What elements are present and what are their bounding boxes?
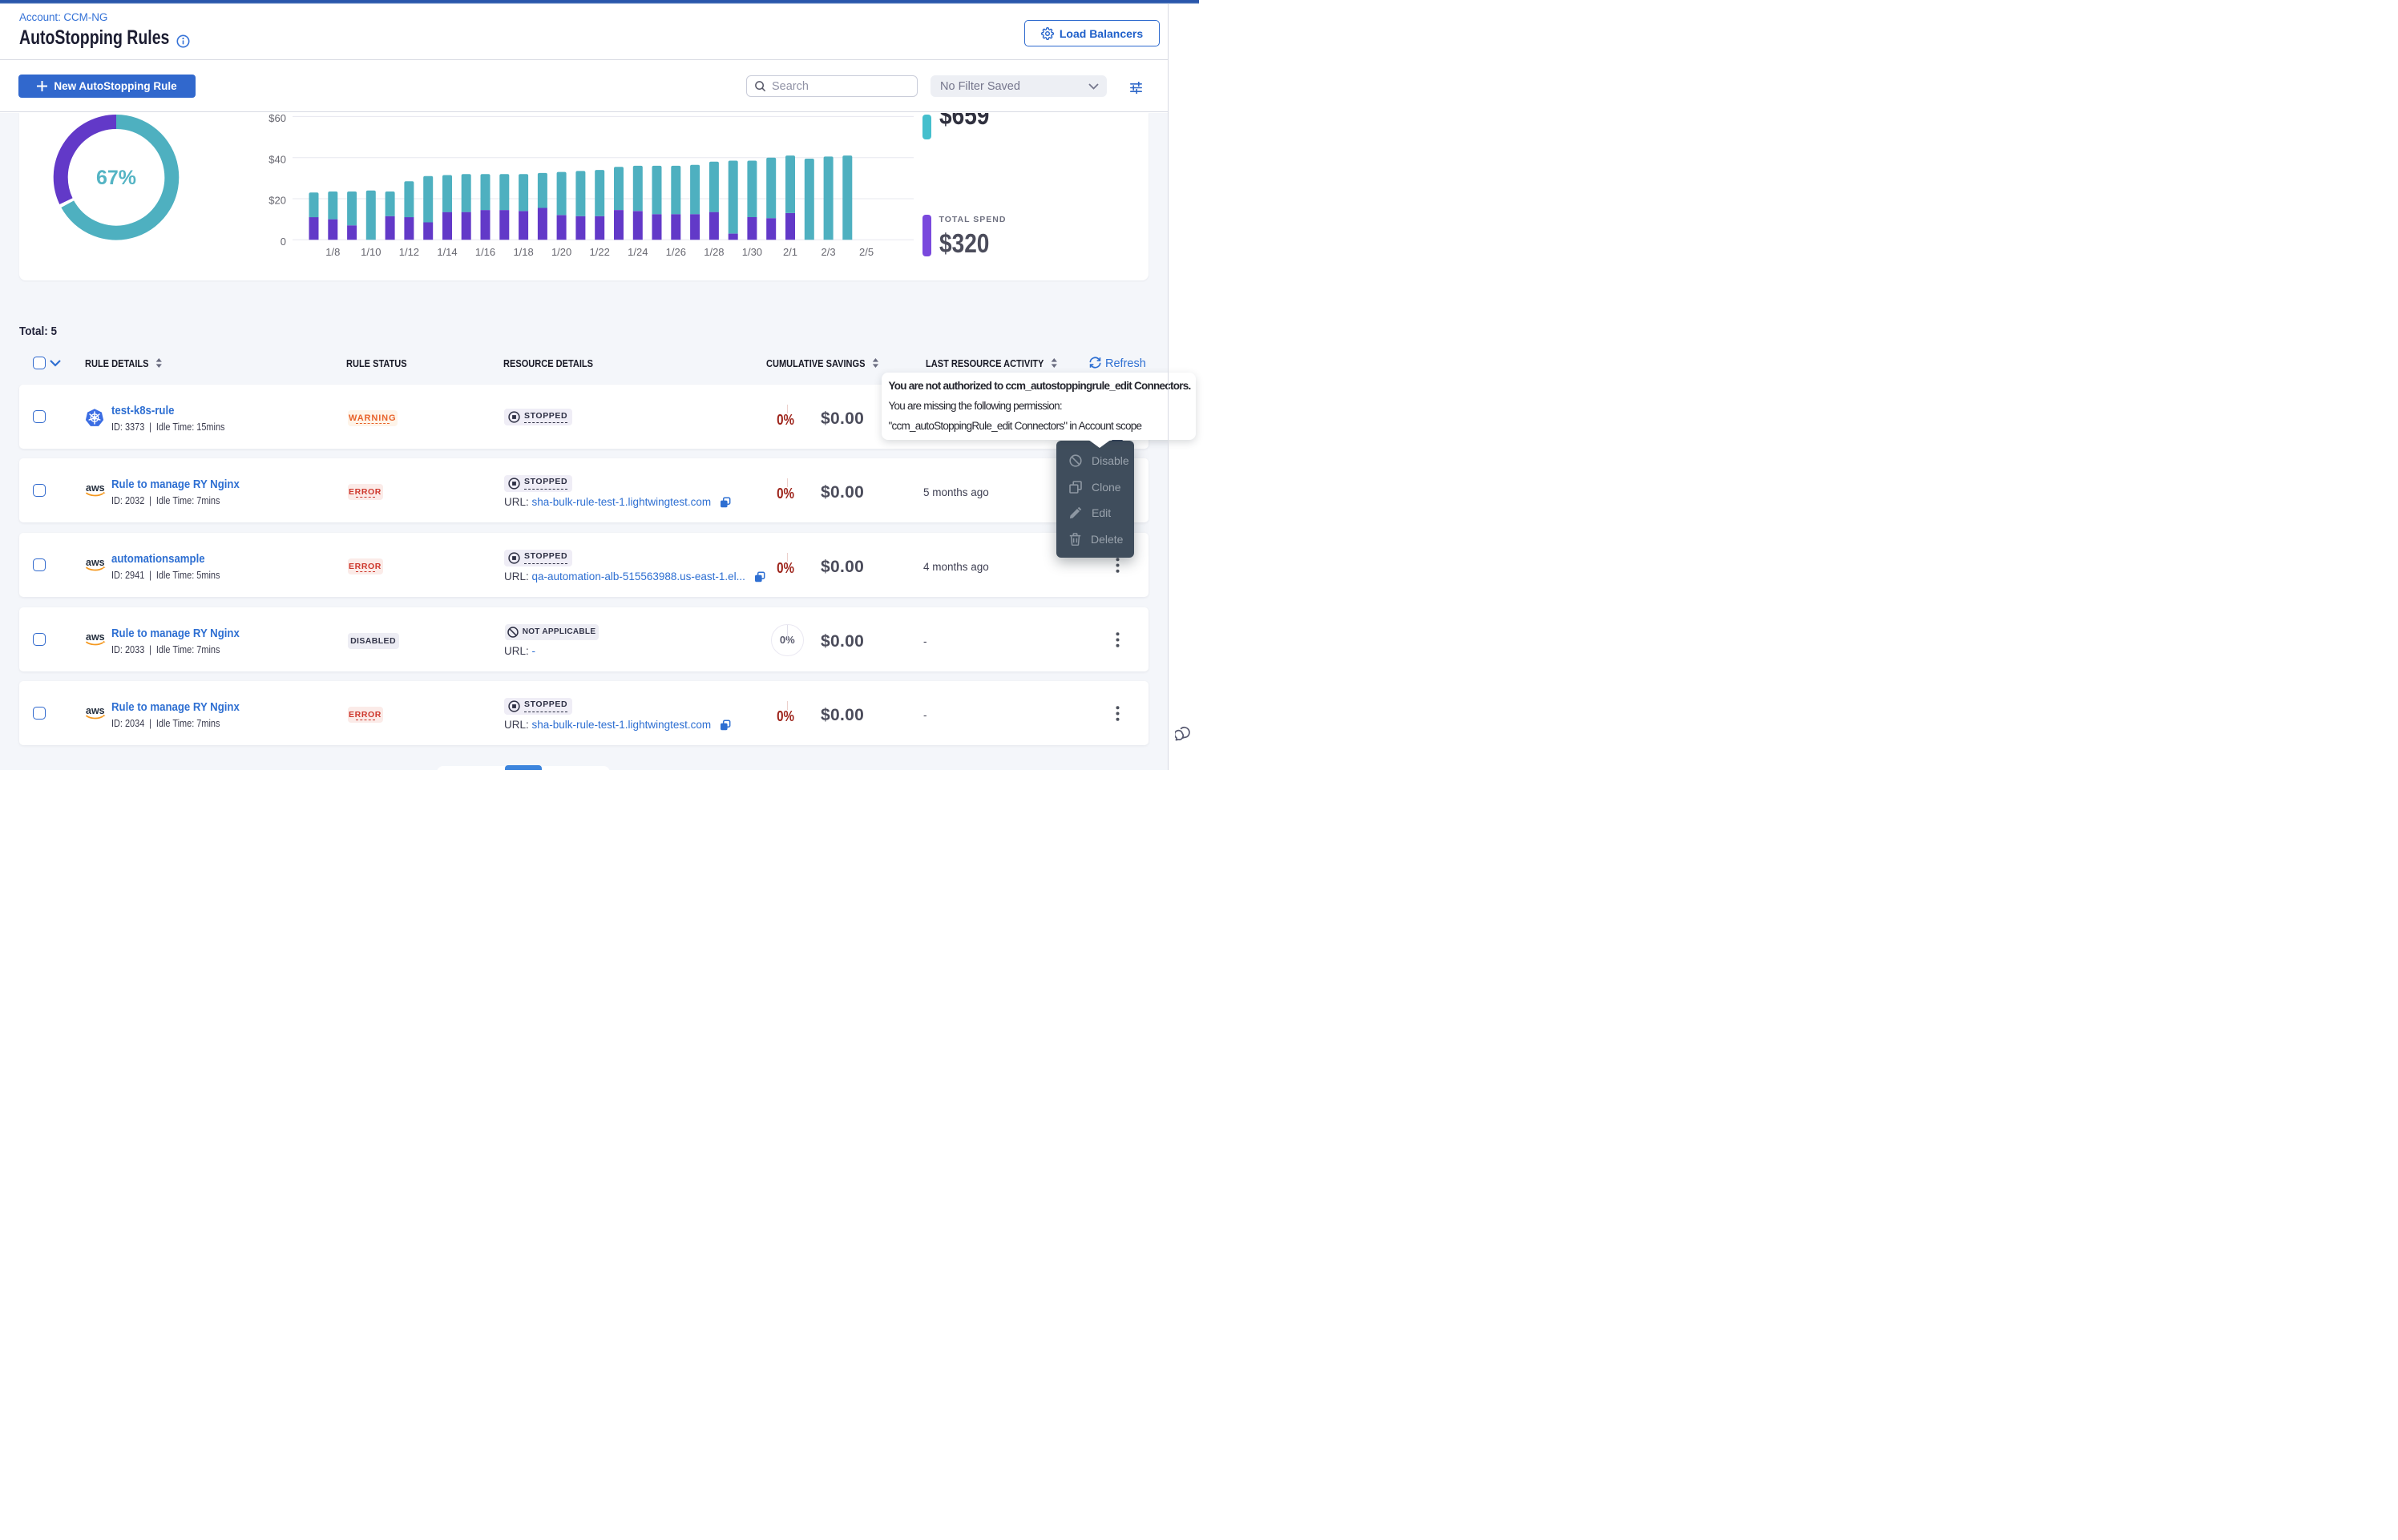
svg-text:1/8: 1/8 [325, 246, 340, 258]
svg-text:1/14: 1/14 [437, 246, 457, 258]
svg-text:2/3: 2/3 [822, 246, 836, 258]
svg-text:1/20: 1/20 [551, 246, 571, 258]
svg-text:1/16: 1/16 [475, 246, 495, 258]
svg-text:$20: $20 [268, 195, 286, 207]
svg-text:1/12: 1/12 [399, 246, 419, 258]
svg-text:67%: 67% [95, 167, 135, 189]
svg-text:1/18: 1/18 [513, 246, 533, 258]
svg-text:$40: $40 [268, 153, 286, 165]
svg-text:$60: $60 [268, 113, 286, 124]
svg-text:2/1: 2/1 [783, 246, 797, 258]
svg-text:aws: aws [86, 482, 105, 494]
svg-text:1/26: 1/26 [666, 246, 686, 258]
svg-text:1/30: 1/30 [742, 246, 762, 258]
svg-text:1/10: 1/10 [361, 246, 381, 258]
svg-text:1/28: 1/28 [704, 246, 724, 258]
svg-text:1/24: 1/24 [628, 246, 648, 258]
svg-text:aws: aws [86, 705, 105, 716]
svg-text:1/22: 1/22 [590, 246, 610, 258]
svg-text:aws: aws [86, 631, 105, 643]
svg-text:0: 0 [281, 236, 286, 248]
svg-text:2/5: 2/5 [859, 246, 874, 258]
svg-text:aws: aws [86, 557, 105, 568]
